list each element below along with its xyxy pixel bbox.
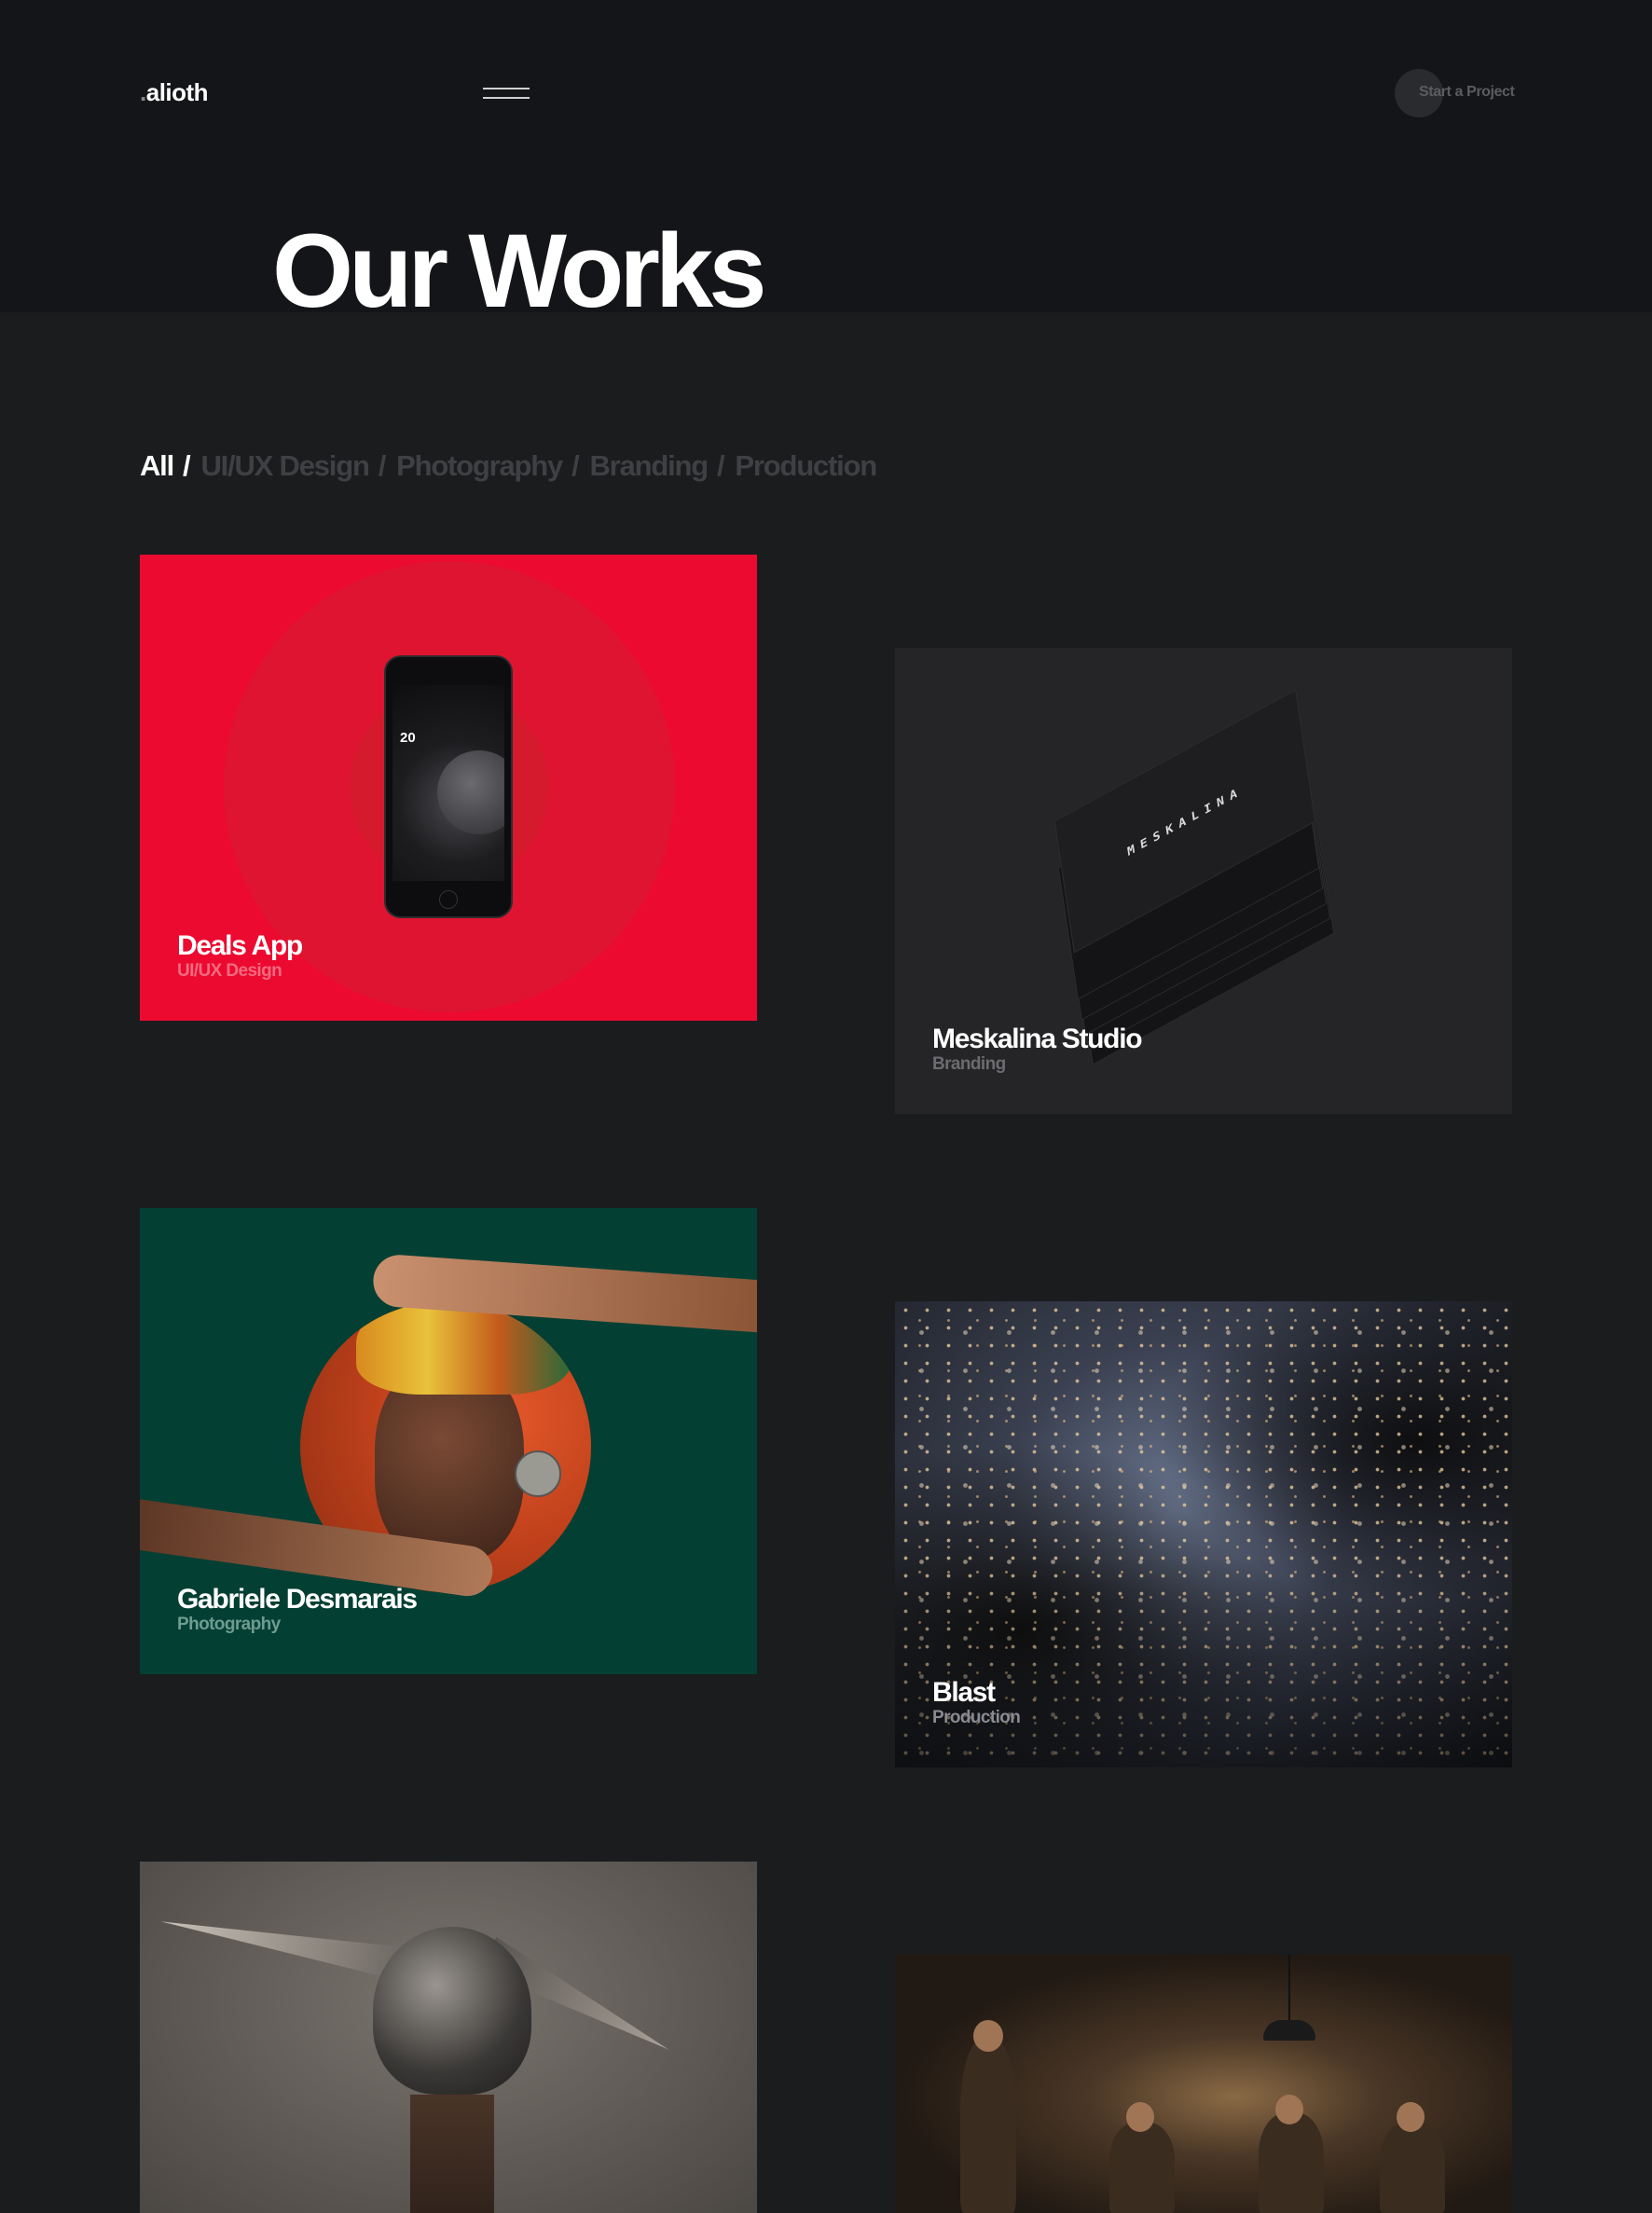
- cta-label: Start a Project: [1419, 84, 1515, 100]
- work-card-card-table-scene[interactable]: [895, 1955, 1512, 2213]
- card-title: Deals App: [177, 929, 303, 961]
- phone-mockup-image: 20: [384, 655, 513, 918]
- filter-separator: /: [571, 449, 580, 482]
- card-category: Branding: [932, 1054, 1006, 1075]
- card-title: Blast: [932, 1676, 996, 1708]
- card-brand-print: MESKALINA: [1126, 783, 1244, 859]
- figure-head: [1275, 2095, 1303, 2124]
- filter-production[interactable]: Production: [735, 449, 877, 483]
- earring-image: [515, 1450, 561, 1497]
- work-card-deals-app[interactable]: 20 Deals App UI/UX Design: [140, 555, 757, 1021]
- hamburger-icon-line: [483, 97, 530, 99]
- page-title: Our Works: [272, 213, 766, 329]
- logo-dot: .: [140, 78, 146, 106]
- start-project-button[interactable]: Start a Project: [1395, 69, 1516, 117]
- header-band: [0, 0, 1652, 312]
- work-card-horned-helmet[interactable]: [140, 1862, 757, 2213]
- filter-all[interactable]: All: [140, 449, 174, 483]
- neck-image: [410, 2095, 494, 2213]
- hamburger-icon: [483, 88, 530, 89]
- card-info: Deals App UI/UX Design: [177, 929, 303, 983]
- card-title: Meskalina Studio: [932, 1023, 1143, 1054]
- helmet-image: [373, 1927, 531, 2095]
- lamp-wire: [1288, 1955, 1290, 2022]
- filter-photography[interactable]: Photography: [396, 449, 563, 483]
- card-category: Photography: [177, 1615, 281, 1635]
- card-category: Production: [932, 1708, 1021, 1728]
- filter-bar: All / UI/UX Design / Photography / Brand…: [140, 449, 877, 483]
- figure-head: [1126, 2102, 1154, 2132]
- card-info: Gabriele Desmarais Photography: [177, 1583, 418, 1637]
- seated-figure-image: [1380, 2123, 1445, 2213]
- figure-head: [1397, 2102, 1425, 2132]
- lamp-icon: [1263, 2020, 1315, 2041]
- seated-figure-image: [1259, 2113, 1324, 2213]
- card-title: Gabriele Desmarais: [177, 1583, 418, 1615]
- seated-figure-image: [1109, 2123, 1175, 2213]
- headphone-image: [437, 750, 504, 834]
- work-card-gabriele-desmarais[interactable]: Gabriele Desmarais Photography: [140, 1208, 757, 1674]
- filter-separator: /: [183, 449, 191, 482]
- home-button-icon: [439, 890, 458, 909]
- screen-number: 20: [400, 730, 416, 746]
- work-card-meskalina-studio[interactable]: MESKALINA Meskalina Studio Branding: [895, 648, 1512, 1114]
- card-info: Blast Production: [932, 1676, 1021, 1730]
- filter-separator: /: [716, 449, 725, 482]
- figure-head: [973, 2020, 1003, 2052]
- filter-branding[interactable]: Branding: [590, 449, 709, 483]
- filter-separator: /: [378, 449, 387, 482]
- menu-toggle-button[interactable]: [483, 86, 530, 101]
- card-info: Meskalina Studio Branding: [932, 1023, 1143, 1077]
- filter-ui-ux-design[interactable]: UI/UX Design: [200, 449, 369, 483]
- logo-text: alioth: [145, 78, 209, 106]
- phone-screen: 20: [392, 685, 504, 881]
- work-card-blast[interactable]: Blast Production: [895, 1301, 1512, 1767]
- standing-figure-image: [960, 2039, 1016, 2213]
- logo[interactable]: .alioth: [140, 78, 209, 107]
- card-category: UI/UX Design: [177, 961, 282, 982]
